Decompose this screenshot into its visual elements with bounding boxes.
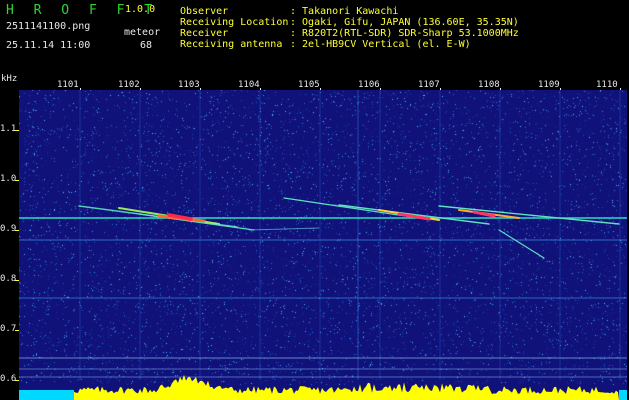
x-tick-label: 1102 [118,80,140,90]
y-axis-unit: kHz [1,74,18,84]
meta-key-observer: Observer [180,6,229,17]
datetime: 25.11.14 11:00 [6,40,91,51]
meta-value-receiver: : R820T2(RTL-SDR) SDR-Sharp 53.1000MHz [290,28,519,39]
y-tick-label: 0.7 [0,324,17,334]
spectrogram-plot [19,90,627,400]
x-tick-label: 1103 [178,80,200,90]
hroft-window: H R O F F T 1.0.0 2511141100.png meteor … [0,0,629,400]
x-tick-label: 1104 [238,80,260,90]
detection-count: 68 [140,40,153,51]
x-tick-label: 1107 [418,80,440,90]
meta-key-location: Receiving Location [180,17,289,28]
x-tick-label: 1106 [358,80,380,90]
detection-label: meteor [124,27,161,38]
x-tick-label: 1105 [298,80,320,90]
meteor-echoes [78,197,620,259]
x-tick-label: 1101 [57,80,79,90]
spectrogram-overlay [19,90,627,400]
meta-key-antenna: Receiving antenna [180,39,283,50]
meta-value-location: : Ogaki, Gifu, JAPAN (136.60E, 35.35N) [290,17,519,28]
meta-value-antenna: : 2el-HB9CV Vertical (el. E-W) [290,39,471,50]
x-tick-label: 1110 [596,80,618,90]
x-tick-label: 1109 [538,80,560,90]
app-version: 1.0.0 [125,4,156,15]
meta-value-observer: : Takanori Kawachi [290,6,399,17]
filename: 2511141100.png [6,21,91,32]
y-tick-label: 1.1 [0,124,17,134]
signal-level-bar [19,374,627,400]
y-tick-label: 0.8 [0,274,17,284]
meta-key-receiver: Receiver [180,28,229,39]
x-tick-label: 1108 [478,80,500,90]
y-tick-label: 0.6 [0,374,17,384]
y-tick-label: 1.0 [0,174,17,184]
y-tick-label: 0.9 [0,224,17,234]
